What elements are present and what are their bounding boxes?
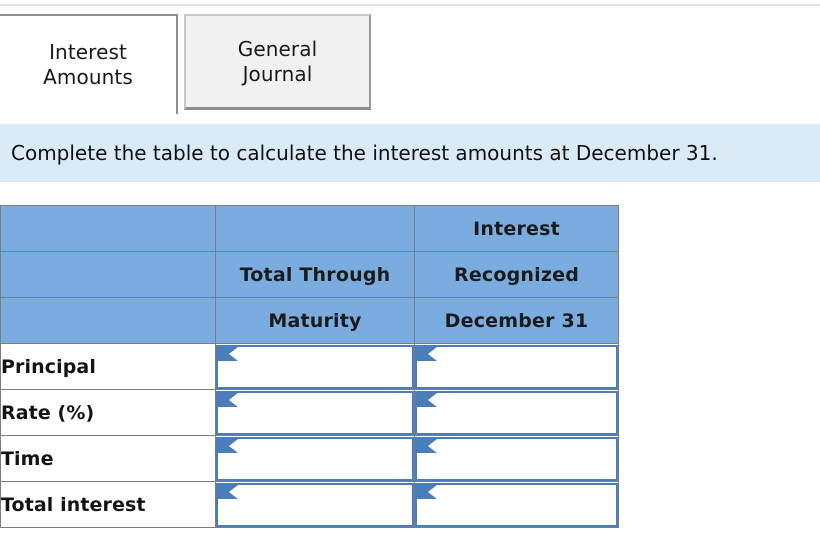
- tab-bar: Interest Amounts General Journal: [0, 14, 820, 114]
- table-row: Principal: [0, 343, 619, 390]
- input-principal-december-field[interactable]: [417, 346, 616, 387]
- worksheet-screen: Interest Amounts General Journal Complet…: [0, 0, 820, 546]
- header-cell-blank-4: [0, 297, 216, 344]
- input-total-interest-maturity-field[interactable]: [218, 484, 412, 525]
- input-time-maturity-field[interactable]: [218, 438, 412, 479]
- row-label-rate: Rate (%): [0, 389, 216, 436]
- header-cell-blank-2: [215, 205, 415, 252]
- row-label-total-interest: Total interest: [0, 481, 216, 528]
- instruction-banner: Complete the table to calculate the inte…: [0, 124, 820, 182]
- input-principal-maturity[interactable]: [216, 344, 414, 389]
- tab-general-journal-label: General Journal: [237, 36, 318, 86]
- table-row: Total interest: [0, 481, 619, 528]
- header-cell-total-through: Total Through: [215, 251, 415, 298]
- input-rate-maturity-field[interactable]: [218, 392, 412, 433]
- cell-rate-december[interactable]: [414, 389, 619, 436]
- cell-time-december[interactable]: [414, 435, 619, 482]
- input-rate-maturity[interactable]: [216, 390, 414, 435]
- header-cell-recognized: Recognized: [414, 251, 619, 298]
- cell-total-interest-maturity[interactable]: [215, 481, 415, 528]
- tab-interest-amounts[interactable]: Interest Amounts: [0, 14, 178, 114]
- input-principal-december[interactable]: [415, 344, 618, 389]
- header-cell-december-31: December 31: [414, 297, 619, 344]
- cell-rate-maturity[interactable]: [215, 389, 415, 436]
- header-row-2: Total Through Recognized: [0, 251, 619, 298]
- tab-general-journal[interactable]: General Journal: [184, 14, 371, 110]
- tab-interest-amounts-label: Interest Amounts: [43, 40, 133, 89]
- input-rate-december[interactable]: [415, 390, 618, 435]
- cell-principal-maturity[interactable]: [215, 343, 415, 390]
- input-time-december-field[interactable]: [417, 438, 616, 479]
- header-cell-blank-1: [0, 205, 216, 252]
- top-divider: [0, 4, 820, 6]
- table-row: Rate (%): [0, 389, 619, 436]
- row-label-principal: Principal: [0, 343, 216, 390]
- header-cell-interest: Interest: [414, 205, 619, 252]
- input-time-maturity[interactable]: [216, 436, 414, 481]
- cell-principal-december[interactable]: [414, 343, 619, 390]
- cell-total-interest-december[interactable]: [414, 481, 619, 528]
- instruction-text: Complete the table to calculate the inte…: [11, 141, 718, 165]
- header-cell-maturity: Maturity: [215, 297, 415, 344]
- worksheet-grid: Interest Total Through Recognized Maturi…: [0, 205, 619, 528]
- input-total-interest-december[interactable]: [415, 482, 618, 527]
- input-total-interest-december-field[interactable]: [417, 484, 616, 525]
- header-row-1: Interest: [0, 205, 619, 252]
- input-time-december[interactable]: [415, 436, 618, 481]
- table-row: Time: [0, 435, 619, 482]
- row-label-time: Time: [0, 435, 216, 482]
- cell-time-maturity[interactable]: [215, 435, 415, 482]
- header-cell-blank-3: [0, 251, 216, 298]
- input-total-interest-maturity[interactable]: [216, 482, 414, 527]
- input-rate-december-field[interactable]: [417, 392, 616, 433]
- interest-amounts-table: Interest Total Through Recognized Maturi…: [0, 205, 619, 528]
- input-principal-maturity-field[interactable]: [218, 346, 412, 387]
- header-row-3: Maturity December 31: [0, 297, 619, 344]
